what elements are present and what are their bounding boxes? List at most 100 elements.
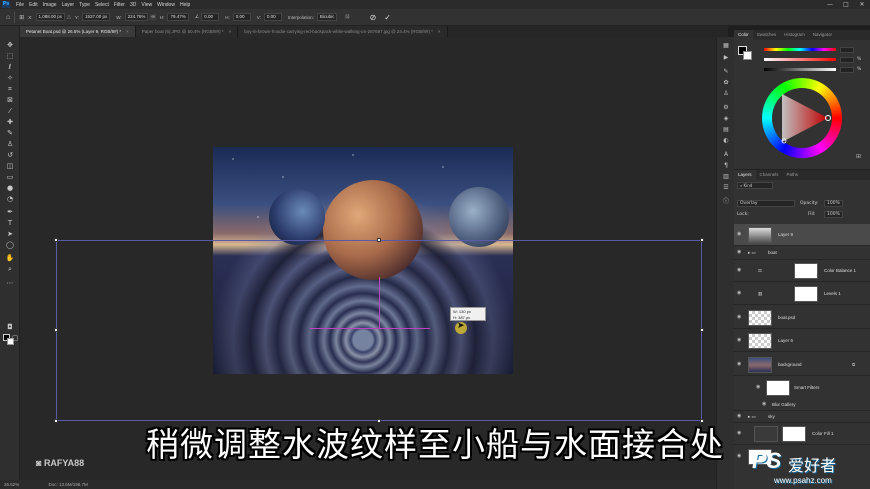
close-tab-icon[interactable]: ×	[126, 29, 129, 34]
marquee-tool-icon[interactable]: ⬚	[3, 51, 17, 61]
transform-bounding-box[interactable]	[54, 238, 704, 423]
frame-tool-icon[interactable]: ⊠	[3, 95, 17, 105]
delta-icon[interactable]: △	[67, 14, 71, 20]
history-panel-icon[interactable]: ▦	[720, 41, 732, 50]
properties-icon[interactable]: ☰	[720, 183, 732, 192]
brightness-slider[interactable]	[764, 68, 836, 71]
warp-icon[interactable]: ⊡	[345, 14, 349, 20]
brightness-value[interactable]	[840, 67, 854, 73]
layer-row-blur-gallery[interactable]: ◉ Blur Gallery	[734, 399, 870, 411]
quick-mask-icon[interactable]: ◘	[3, 322, 17, 332]
link-icon[interactable]: ∞	[150, 14, 156, 20]
tab-channels[interactable]: Channels	[756, 170, 783, 180]
3d-panel-icon[interactable]: ◈	[720, 114, 732, 123]
tab-layers[interactable]: Layers	[734, 170, 756, 180]
vskew-field[interactable]: 0.00	[263, 13, 282, 21]
character-icon[interactable]: A	[720, 150, 732, 159]
hue-slider[interactable]	[764, 48, 836, 51]
layer-row-smart-filters[interactable]: ◉ Smart Filters	[734, 377, 870, 399]
tab-paper-boat[interactable]: Paper boat (6).JPG @ 50.4% (RGB/8#) * ×	[135, 26, 239, 37]
move-tool-icon[interactable]: ✥	[3, 40, 17, 50]
layer-row-layer-6[interactable]: ◉ Layer 6	[734, 330, 870, 352]
screen-mode-icon[interactable]: ▢	[11, 333, 19, 343]
menu-select[interactable]: Select	[95, 2, 109, 8]
visibility-eye-icon[interactable]: ◉	[737, 268, 743, 273]
menu-window[interactable]: Window	[157, 2, 175, 8]
transform-handle-left[interactable]	[54, 328, 58, 332]
layer-row-layer-9[interactable]: ◉ Layer 9	[734, 224, 870, 246]
tab-petanet-boat[interactable]: Petanet Boat.psd @ 26.5% (Layer 9, RGB/8…	[20, 26, 136, 37]
fill-field[interactable]: 100%	[824, 211, 843, 218]
hskew-field[interactable]: 0.00	[232, 13, 251, 21]
angle-field[interactable]: 0.00	[201, 13, 220, 21]
reference-point-icon[interactable]: ⊞	[19, 14, 24, 21]
close-tab-icon[interactable]: ×	[229, 29, 232, 34]
h-field[interactable]: 79.47%	[167, 13, 189, 21]
visibility-eye-icon[interactable]: ◉	[737, 232, 743, 237]
transform-handle-top[interactable]	[377, 238, 381, 242]
tab-swatches[interactable]: Swatches	[753, 30, 781, 40]
menu-help[interactable]: Help	[180, 2, 190, 8]
background-color-chip[interactable]	[743, 51, 752, 60]
brush-tool-icon[interactable]: ✎	[3, 128, 17, 138]
clone-stamp-icon[interactable]: ♙	[3, 139, 17, 149]
clone-source-icon[interactable]: ♙	[720, 89, 732, 98]
menu-edit[interactable]: Edit	[29, 2, 38, 8]
brush-settings-icon[interactable]: ✎	[720, 67, 732, 76]
dodge-tool-icon[interactable]: ◔	[3, 194, 17, 204]
maximize-button[interactable]: □	[838, 0, 854, 9]
tab-paths[interactable]: Paths	[783, 170, 803, 180]
layer-row-color-balance[interactable]: ◉ ⚖ Color Balance 1	[734, 260, 870, 282]
zoom-level[interactable]: 26.52%	[4, 482, 19, 487]
magic-wand-icon[interactable]: ✧	[3, 73, 17, 83]
hue-value[interactable]	[840, 47, 854, 53]
visibility-eye-icon[interactable]: ◉	[762, 402, 768, 407]
saturation-slider[interactable]	[764, 58, 836, 61]
zoom-tool-icon[interactable]: ⌕	[3, 264, 17, 274]
eraser-icon[interactable]: ◫	[3, 161, 17, 171]
color-wheel[interactable]	[762, 78, 842, 158]
hand-tool-icon[interactable]: ✋	[3, 253, 17, 263]
menu-filter[interactable]: Filter	[114, 2, 125, 8]
tab-boy-in-brown-hoodie[interactable]: boy-in-brown-hoodie-carrying-red-backpac…	[238, 26, 448, 37]
visibility-eye-icon[interactable]: ◉	[737, 291, 743, 296]
shape-tool-icon[interactable]: ◯	[3, 240, 17, 250]
visibility-eye-icon[interactable]: ◉	[737, 315, 743, 320]
y-field[interactable]: 1537.00 px	[81, 13, 111, 21]
lasso-tool-icon[interactable]: ℓ	[3, 62, 17, 72]
x-field[interactable]: 1,088.00 px	[35, 13, 66, 21]
gradient-tool-icon[interactable]: ▭	[3, 172, 17, 182]
menu-layer[interactable]: Layer	[62, 2, 75, 8]
crop-tool-icon[interactable]: ⌗	[3, 84, 17, 94]
layer-row-background[interactable]: ◉ background ⧉	[734, 354, 870, 376]
minimize-button[interactable]: —	[822, 0, 838, 9]
blend-mode-select[interactable]: Overlay	[737, 200, 795, 207]
styles-icon[interactable]: ◐	[720, 136, 732, 145]
layer-row-levels[interactable]: ◉ ▥ Levels 1	[734, 283, 870, 305]
transform-handle-top-left[interactable]	[54, 238, 58, 242]
panel-menu-icon[interactable]: ⊞	[856, 153, 861, 160]
info-icon[interactable]: ⓘ	[720, 197, 732, 206]
more-tools-icon[interactable]: ⋯	[3, 278, 17, 288]
brushes-panel-icon[interactable]: ✿	[720, 78, 732, 87]
pen-tool-icon[interactable]: ✒	[3, 207, 17, 217]
type-tool-icon[interactable]: T	[3, 218, 17, 228]
check-icon[interactable]: ✓	[384, 13, 391, 22]
libraries-icon[interactable]: ▤	[720, 125, 732, 134]
paragraph-icon[interactable]: ¶	[720, 161, 732, 170]
layer-group-boat[interactable]: ◉ ▸ ▭ boat	[734, 246, 870, 260]
w-field[interactable]: 224.76%	[124, 13, 149, 21]
tab-navigator[interactable]: Navigator	[809, 30, 836, 40]
tab-color[interactable]: Color	[734, 30, 753, 40]
eyedropper-icon[interactable]: ⁄	[3, 106, 17, 116]
home-icon[interactable]: ⌂	[6, 14, 10, 21]
glyphs-icon[interactable]: ▥	[720, 172, 732, 181]
menu-view[interactable]: View	[141, 2, 152, 8]
tab-histogram[interactable]: Histogram	[780, 30, 809, 40]
menu-type[interactable]: Type	[79, 2, 90, 8]
transform-handle-top-right[interactable]	[700, 238, 704, 242]
saturation-value[interactable]	[840, 57, 854, 63]
menu-image[interactable]: Image	[43, 2, 57, 8]
layer-filter-kind[interactable]: ⌕ Kind	[737, 182, 773, 189]
actions-panel-icon[interactable]: ▶	[720, 53, 732, 62]
